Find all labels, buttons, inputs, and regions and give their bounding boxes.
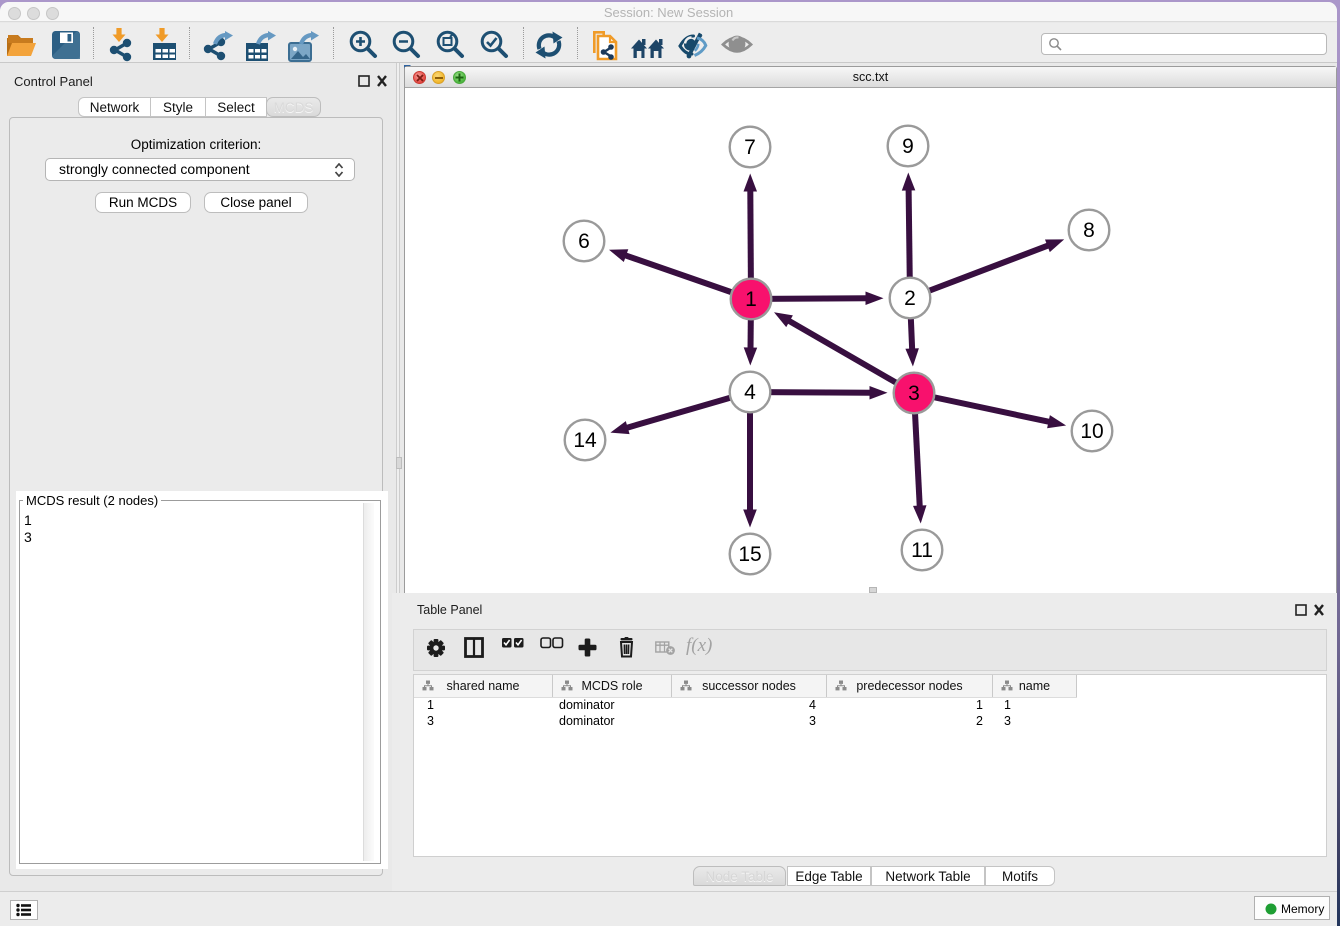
svg-text:9: 9 bbox=[902, 135, 914, 158]
svg-text:10: 10 bbox=[1080, 420, 1103, 443]
svg-text:4: 4 bbox=[744, 381, 756, 404]
svg-text:2: 2 bbox=[904, 287, 916, 310]
svg-text:1: 1 bbox=[745, 288, 757, 311]
svg-text:14: 14 bbox=[573, 429, 597, 452]
svg-text:7: 7 bbox=[744, 136, 756, 159]
svg-text:3: 3 bbox=[908, 382, 920, 405]
svg-text:8: 8 bbox=[1083, 219, 1095, 242]
svg-text:15: 15 bbox=[738, 543, 761, 566]
svg-text:11: 11 bbox=[911, 539, 933, 562]
svg-text:6: 6 bbox=[578, 230, 590, 253]
